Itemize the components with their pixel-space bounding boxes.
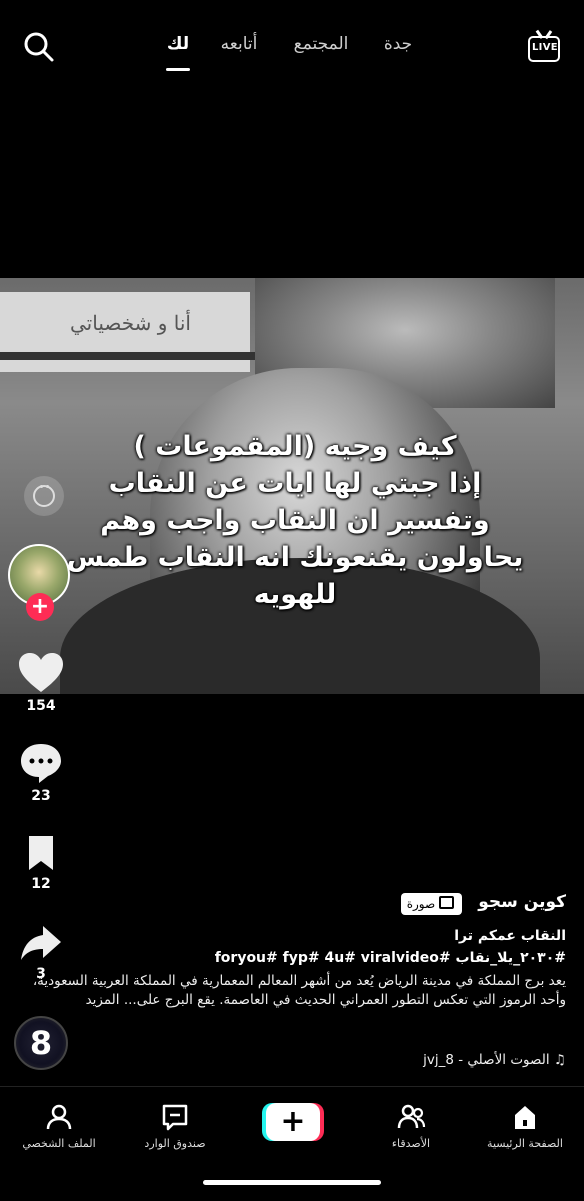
- caption-title: النقاب عمكم ترا: [454, 928, 566, 944]
- tab-for-you[interactable]: لك: [160, 34, 196, 54]
- search-button[interactable]: [22, 30, 56, 64]
- photo-badge: صورة: [400, 893, 462, 915]
- like-button[interactable]: [15, 650, 67, 700]
- nav-inbox[interactable]: صندوق الوارد: [120, 1101, 230, 1150]
- eye-dot: [40, 485, 43, 488]
- caption-description[interactable]: يعد برج المملكة في مدينة الرياض يُعد من …: [6, 972, 566, 1010]
- bookmark-icon: [29, 836, 53, 870]
- active-tab-indicator: [166, 68, 190, 71]
- photo-badge-label: صورة: [406, 897, 436, 911]
- creator-username[interactable]: كوين سجو: [6, 892, 566, 912]
- nav-home[interactable]: الصفحة الرئيسية: [470, 1101, 580, 1150]
- home-indicator: [203, 1180, 381, 1185]
- heart-icon: [19, 653, 63, 692]
- home-icon: [515, 1106, 535, 1129]
- overlay-line: وتفسير ان النقاب واجب وهم: [100, 505, 490, 536]
- nav-friends-label: الأصدقاء: [391, 1137, 431, 1150]
- overlay-line: كيف وجيه (المقموعات ): [133, 431, 457, 462]
- create-button[interactable]: +: [262, 1103, 324, 1141]
- live-button[interactable]: LIVE: [528, 30, 562, 64]
- post-image[interactable]: أنا و شخصياتي كيف وجيه (المقموعات ) إذا …: [0, 278, 584, 694]
- ai-assistant-button[interactable]: [24, 476, 64, 516]
- overlay-caption: كيف وجيه (المقموعات ) إذا جبتي لها ايات …: [60, 428, 530, 613]
- nav-home-label: الصفحة الرئيسية: [487, 1137, 563, 1150]
- comment-icon: [21, 744, 61, 783]
- top-nav: LIVE جدة المجتمع أتابعه لك: [0, 0, 584, 100]
- nav-friends[interactable]: الأصدقاء: [356, 1101, 466, 1150]
- nav-profile-label: الملف الشخصي: [22, 1137, 96, 1150]
- tab-jeddah[interactable]: جدة: [376, 34, 420, 54]
- nav-inbox-label: صندوق الوارد: [144, 1137, 206, 1150]
- tab-community[interactable]: المجتمع: [286, 34, 356, 54]
- live-label: LIVE: [532, 42, 558, 53]
- comment-count: 23: [31, 788, 51, 804]
- nav-profile[interactable]: الملف الشخصي: [4, 1101, 114, 1150]
- sound-link[interactable]: ♫ الصوت الأصلي - jvj_8: [6, 1052, 566, 1068]
- inbox-icon: [162, 1104, 188, 1131]
- friends-icon: [397, 1104, 426, 1129]
- save-count: 12: [31, 876, 51, 892]
- overlay-line: إذا جبتي لها ايات عن النقاب: [108, 468, 482, 499]
- sign-text: أنا و شخصياتي: [70, 311, 191, 335]
- overlay-line: للهويه: [253, 579, 337, 610]
- save-button[interactable]: [15, 832, 67, 878]
- eye-dot: [46, 485, 49, 488]
- comment-button[interactable]: [15, 740, 67, 790]
- caption-hashtags[interactable]: #٢٠٣٠_يلا_نقاب #foryou# fyp# 4u# viralvi…: [6, 950, 566, 966]
- like-count: 154: [26, 698, 56, 714]
- sound-name: الصوت الأصلي - jvj_8: [423, 1052, 550, 1068]
- follow-button[interactable]: +: [26, 593, 54, 621]
- image-icon: [439, 896, 454, 909]
- search-icon: [24, 32, 54, 62]
- music-note-icon: ♫: [549, 1052, 566, 1068]
- plus-icon: +: [266, 1103, 320, 1141]
- tab-following[interactable]: أتابعه: [206, 34, 272, 54]
- profile-icon: [46, 1104, 72, 1130]
- overlay-line: يحاولون يقنعونك انه النقاب طمس: [66, 542, 524, 573]
- face-icon: [33, 485, 55, 507]
